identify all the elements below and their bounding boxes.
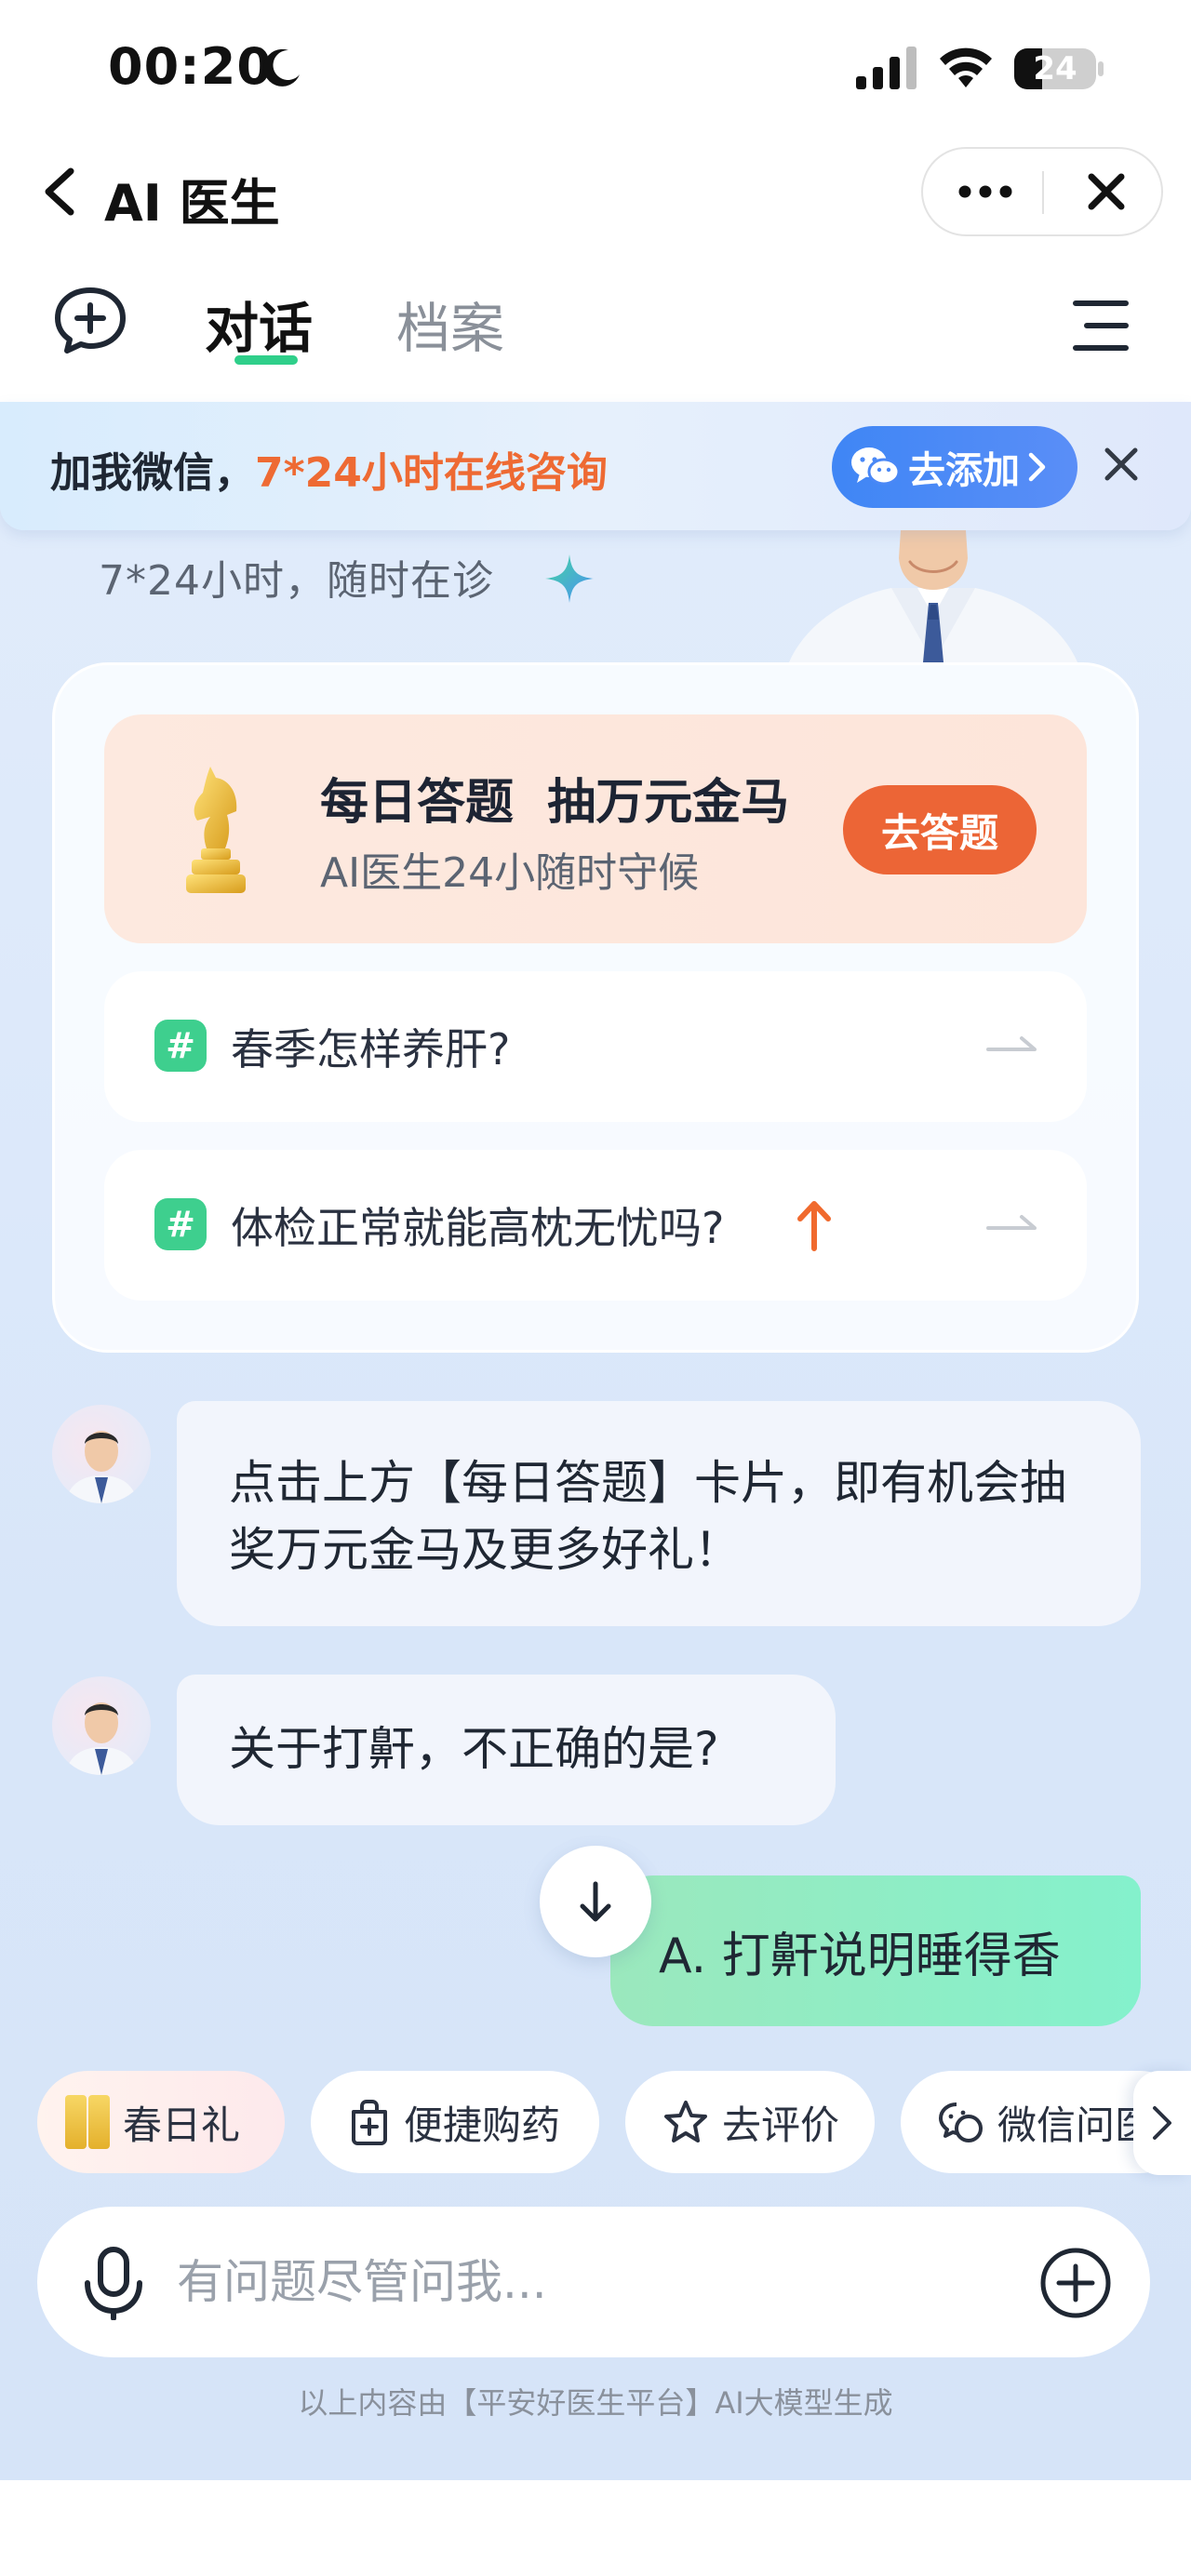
sparkle-icon [545,554,594,603]
wechat-banner: 加我微信，7*24小时在线咨询 去添加 [0,402,1191,530]
user-message: A. 打鼾说明睡得香 [610,1875,1141,2026]
tab-active-indicator [234,355,298,365]
ai-disclaimer: 以上内容由【平安好医生平台】AI大模型生成 [298,2385,893,2421]
suggested-question[interactable]: # 春季怎样养肝? [104,971,1087,1122]
battery-level: 24 [1033,50,1077,87]
start-quiz-button[interactable]: 去答题 [843,785,1037,874]
suggested-question[interactable]: # 体检正常就能高枕无忧吗? [104,1150,1087,1301]
quick-action-label: 便捷购药 [404,2102,561,2148]
arrow-right-icon [986,1215,1037,1230]
hashtag-icon: # [154,1198,207,1250]
banner-close-icon[interactable] [1098,441,1144,487]
more-icon [958,185,1012,198]
scroll-to-bottom-button[interactable] [540,1846,651,1957]
doctor-avatar [52,1676,151,1775]
microphone-icon[interactable] [80,2246,147,2320]
doctor-avatar [52,1405,151,1503]
banner-text: 加我微信，7*24小时在线咨询 [50,439,608,499]
quick-action-review[interactable]: 去评价 [625,2071,875,2173]
wechat-icon [851,447,901,486]
suggested-question-text: 春季怎样养肝? [231,1024,511,1074]
banner-text-prefix: 加我微信， [50,449,255,497]
quick-action-label: 微信问医 [997,2102,1155,2148]
arrow-right-icon [986,1036,1037,1051]
hashtag-icon: # [154,1020,207,1072]
more-button[interactable] [951,149,1020,234]
quick-action-label: 春日礼 [123,2102,241,2148]
banner-text-highlight: 7*24小时在线咨询 [255,449,608,497]
new-chat-icon[interactable] [52,285,128,355]
quick-actions-more-button[interactable] [1133,2071,1191,2175]
doctor-message: 关于打鼾，不正确的是? [177,1675,836,1825]
quick-action-spring-gift[interactable]: 春日礼 [37,2071,285,2173]
battery-icon: 24 [1014,48,1104,89]
quick-action-buy-medicine[interactable]: 便捷购药 [311,2071,599,2173]
hero-subtitle: 7*24小时，随时在诊 [99,557,494,605]
close-button[interactable] [1072,149,1141,234]
signal-icon [856,47,917,89]
wechat-doctor-icon [939,2102,983,2142]
message-input[interactable] [177,2244,977,2320]
doctor-illustration [789,530,1077,662]
add-wechat-label: 去添加 [908,449,1020,492]
back-icon[interactable] [37,166,80,218]
wifi-icon [940,47,992,87]
page-title: AI 医生 [104,174,280,233]
arrow-down-icon [580,1881,611,1922]
moon-icon [263,48,300,87]
mini-program-capsule [921,147,1163,236]
gold-bar-icon [65,2095,110,2149]
tab-archive[interactable]: 档案 [396,285,504,363]
chevron-right-icon [1028,452,1046,482]
add-wechat-button[interactable]: 去添加 [832,426,1077,508]
star-icon [664,2101,707,2142]
quiz-title: 每日答题 抽万元金马 [320,775,790,831]
status-time: 00:20 [108,37,273,96]
trending-up-icon [797,1201,831,1251]
add-attachment-icon[interactable] [1038,2246,1113,2320]
quick-action-label: 去评价 [722,2102,840,2148]
message-composer [37,2207,1150,2357]
close-icon [1088,173,1125,210]
chevron-right-icon [1153,2106,1171,2140]
gold-horse-icon [186,767,246,893]
medicine-bag-icon [352,2100,387,2145]
suggested-question-text: 体检正常就能高枕无忧吗? [231,1203,725,1253]
menu-icon[interactable] [1070,298,1131,354]
quiz-subtitle: AI医生24小随时守候 [320,849,700,897]
doctor-message: 点击上方【每日答题】卡片，即有机会抽奖万元金马及更多好礼！ [177,1401,1141,1626]
tab-chat[interactable]: 对话 [205,285,313,363]
